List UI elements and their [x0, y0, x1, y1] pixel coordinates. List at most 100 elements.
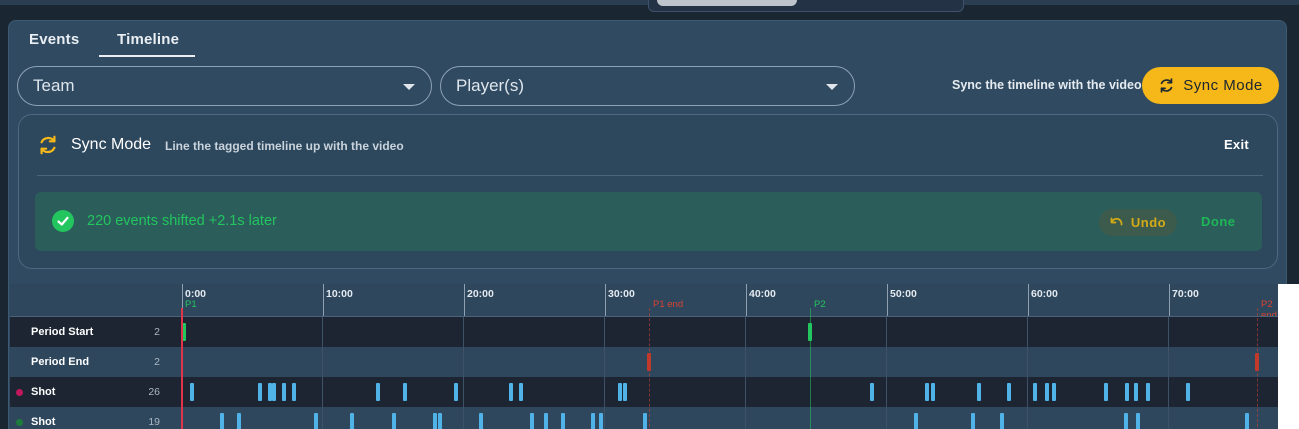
event-marker[interactable]: [1124, 413, 1128, 429]
event-marker[interactable]: [258, 383, 262, 401]
chevron-down-icon: [826, 84, 838, 90]
event-marker[interactable]: [1134, 383, 1138, 401]
event-marker[interactable]: [220, 413, 224, 429]
event-marker[interactable]: [1045, 383, 1049, 401]
player-select-label: Player(s): [456, 76, 525, 95]
event-marker[interactable]: [977, 383, 981, 401]
event-marker[interactable]: [392, 413, 396, 429]
event-marker[interactable]: [403, 383, 407, 401]
gridline: [886, 317, 887, 429]
event-marker[interactable]: [454, 383, 458, 401]
event-marker[interactable]: [519, 383, 523, 401]
undo-button-label: Undo: [1130, 215, 1167, 230]
check-circle-icon: [52, 210, 74, 232]
category-dot: [16, 419, 23, 426]
event-marker[interactable]: [914, 413, 918, 429]
event-marker[interactable]: [623, 383, 627, 401]
event-marker[interactable]: [1007, 383, 1011, 401]
timeline-ruler[interactable]: 0:00 10:00 20:00 30:00 40:00 50:00 60:00 70:00 P…: [10, 284, 1278, 321]
event-marker[interactable]: [1125, 383, 1129, 401]
ruler-tick-label: 40:00: [749, 288, 776, 300]
analysis-panel: Events Timeline Team Player(s) Sync the …: [8, 20, 1287, 429]
event-marker[interactable]: [599, 413, 603, 429]
undo-icon: [1110, 217, 1123, 226]
timeline-row[interactable]: Period End 2: [10, 347, 1278, 377]
active-tab-indicator: [99, 55, 195, 57]
sync-mode-subtitle: Line the tagged timeline up with the vid…: [165, 139, 404, 153]
chevron-down-icon: [403, 84, 415, 90]
alert-message: 220 events shifted +2.1s later: [87, 213, 277, 229]
undo-button[interactable]: Undo: [1099, 209, 1177, 236]
team-select-label: Team: [33, 76, 75, 95]
row-count: 19: [148, 416, 160, 428]
done-button[interactable]: Done: [1201, 214, 1236, 229]
event-marker[interactable]: [1136, 413, 1140, 429]
playhead[interactable]: [181, 308, 183, 429]
timeline-row[interactable]: Period Start 2: [10, 317, 1278, 347]
divider: [37, 175, 1263, 176]
row-count: 26: [148, 386, 160, 398]
event-marker[interactable]: [1104, 383, 1108, 401]
event-marker[interactable]: [808, 323, 812, 341]
drawer-handle-pill[interactable]: [657, 0, 797, 6]
video-drawer-handle[interactable]: [648, 0, 964, 12]
event-marker[interactable]: [314, 413, 318, 429]
sync-hint-text: Sync the timeline with the video: [952, 78, 1142, 92]
row-label: Shot: [31, 416, 56, 428]
event-marker[interactable]: [931, 383, 935, 401]
sync-mode-button[interactable]: Sync Mode: [1142, 67, 1279, 104]
event-marker[interactable]: [1245, 413, 1249, 429]
ruler-tick-label: 70:00: [1172, 288, 1199, 300]
event-marker[interactable]: [1033, 383, 1037, 401]
sync-mode-card: Sync Mode Line the tagged timeline up wi…: [18, 114, 1278, 269]
tab-timeline[interactable]: Timeline: [117, 31, 179, 57]
tab-events[interactable]: Events: [29, 31, 79, 57]
event-marker[interactable]: [1000, 413, 1004, 429]
scrollbar-track[interactable]: [1278, 284, 1299, 429]
ruler-tick-label: 10:00: [326, 288, 353, 300]
event-marker[interactable]: [433, 413, 437, 429]
event-marker[interactable]: [618, 383, 622, 401]
event-marker[interactable]: [282, 383, 286, 401]
gridline: [1027, 317, 1028, 429]
event-marker[interactable]: [925, 383, 929, 401]
event-marker[interactable]: [647, 353, 651, 371]
exit-button[interactable]: Exit: [1224, 137, 1249, 152]
event-marker[interactable]: [643, 413, 647, 429]
event-marker[interactable]: [1052, 383, 1056, 401]
event-marker[interactable]: [561, 413, 565, 429]
team-select[interactable]: Team: [17, 66, 432, 106]
event-marker[interactable]: [292, 383, 296, 401]
event-marker[interactable]: [1255, 353, 1259, 371]
event-marker[interactable]: [479, 413, 483, 429]
period-marker-label: P1: [185, 299, 197, 310]
row-label: Period End: [31, 356, 90, 368]
row-count: 2: [154, 326, 160, 338]
event-marker[interactable]: [1186, 383, 1190, 401]
event-marker[interactable]: [376, 383, 380, 401]
sync-mode-button-label: Sync Mode: [1183, 77, 1263, 94]
event-marker[interactable]: [1146, 383, 1150, 401]
success-alert: 220 events shifted +2.1s later Undo Done: [35, 192, 1262, 251]
player-select[interactable]: Player(s): [440, 66, 855, 106]
timeline-row[interactable]: Shot 26: [10, 377, 1278, 407]
ruler-tick-label: 30:00: [608, 288, 635, 300]
event-marker[interactable]: [544, 413, 548, 429]
gridline: [463, 317, 464, 429]
event-marker[interactable]: [438, 413, 442, 429]
event-marker[interactable]: [190, 383, 194, 401]
ruler-tick: [464, 284, 465, 316]
event-marker[interactable]: [971, 413, 975, 429]
event-marker[interactable]: [237, 413, 241, 429]
event-marker[interactable]: [530, 413, 534, 429]
row-label: Period Start: [31, 326, 94, 338]
gridline: [1168, 317, 1169, 429]
ruler-tick: [323, 284, 324, 316]
gridline: [745, 317, 746, 429]
event-marker[interactable]: [272, 383, 276, 401]
ruler-tick: [1028, 284, 1029, 316]
event-marker[interactable]: [350, 413, 354, 429]
event-marker[interactable]: [591, 413, 595, 429]
event-marker[interactable]: [509, 383, 513, 401]
event-marker[interactable]: [870, 383, 874, 401]
